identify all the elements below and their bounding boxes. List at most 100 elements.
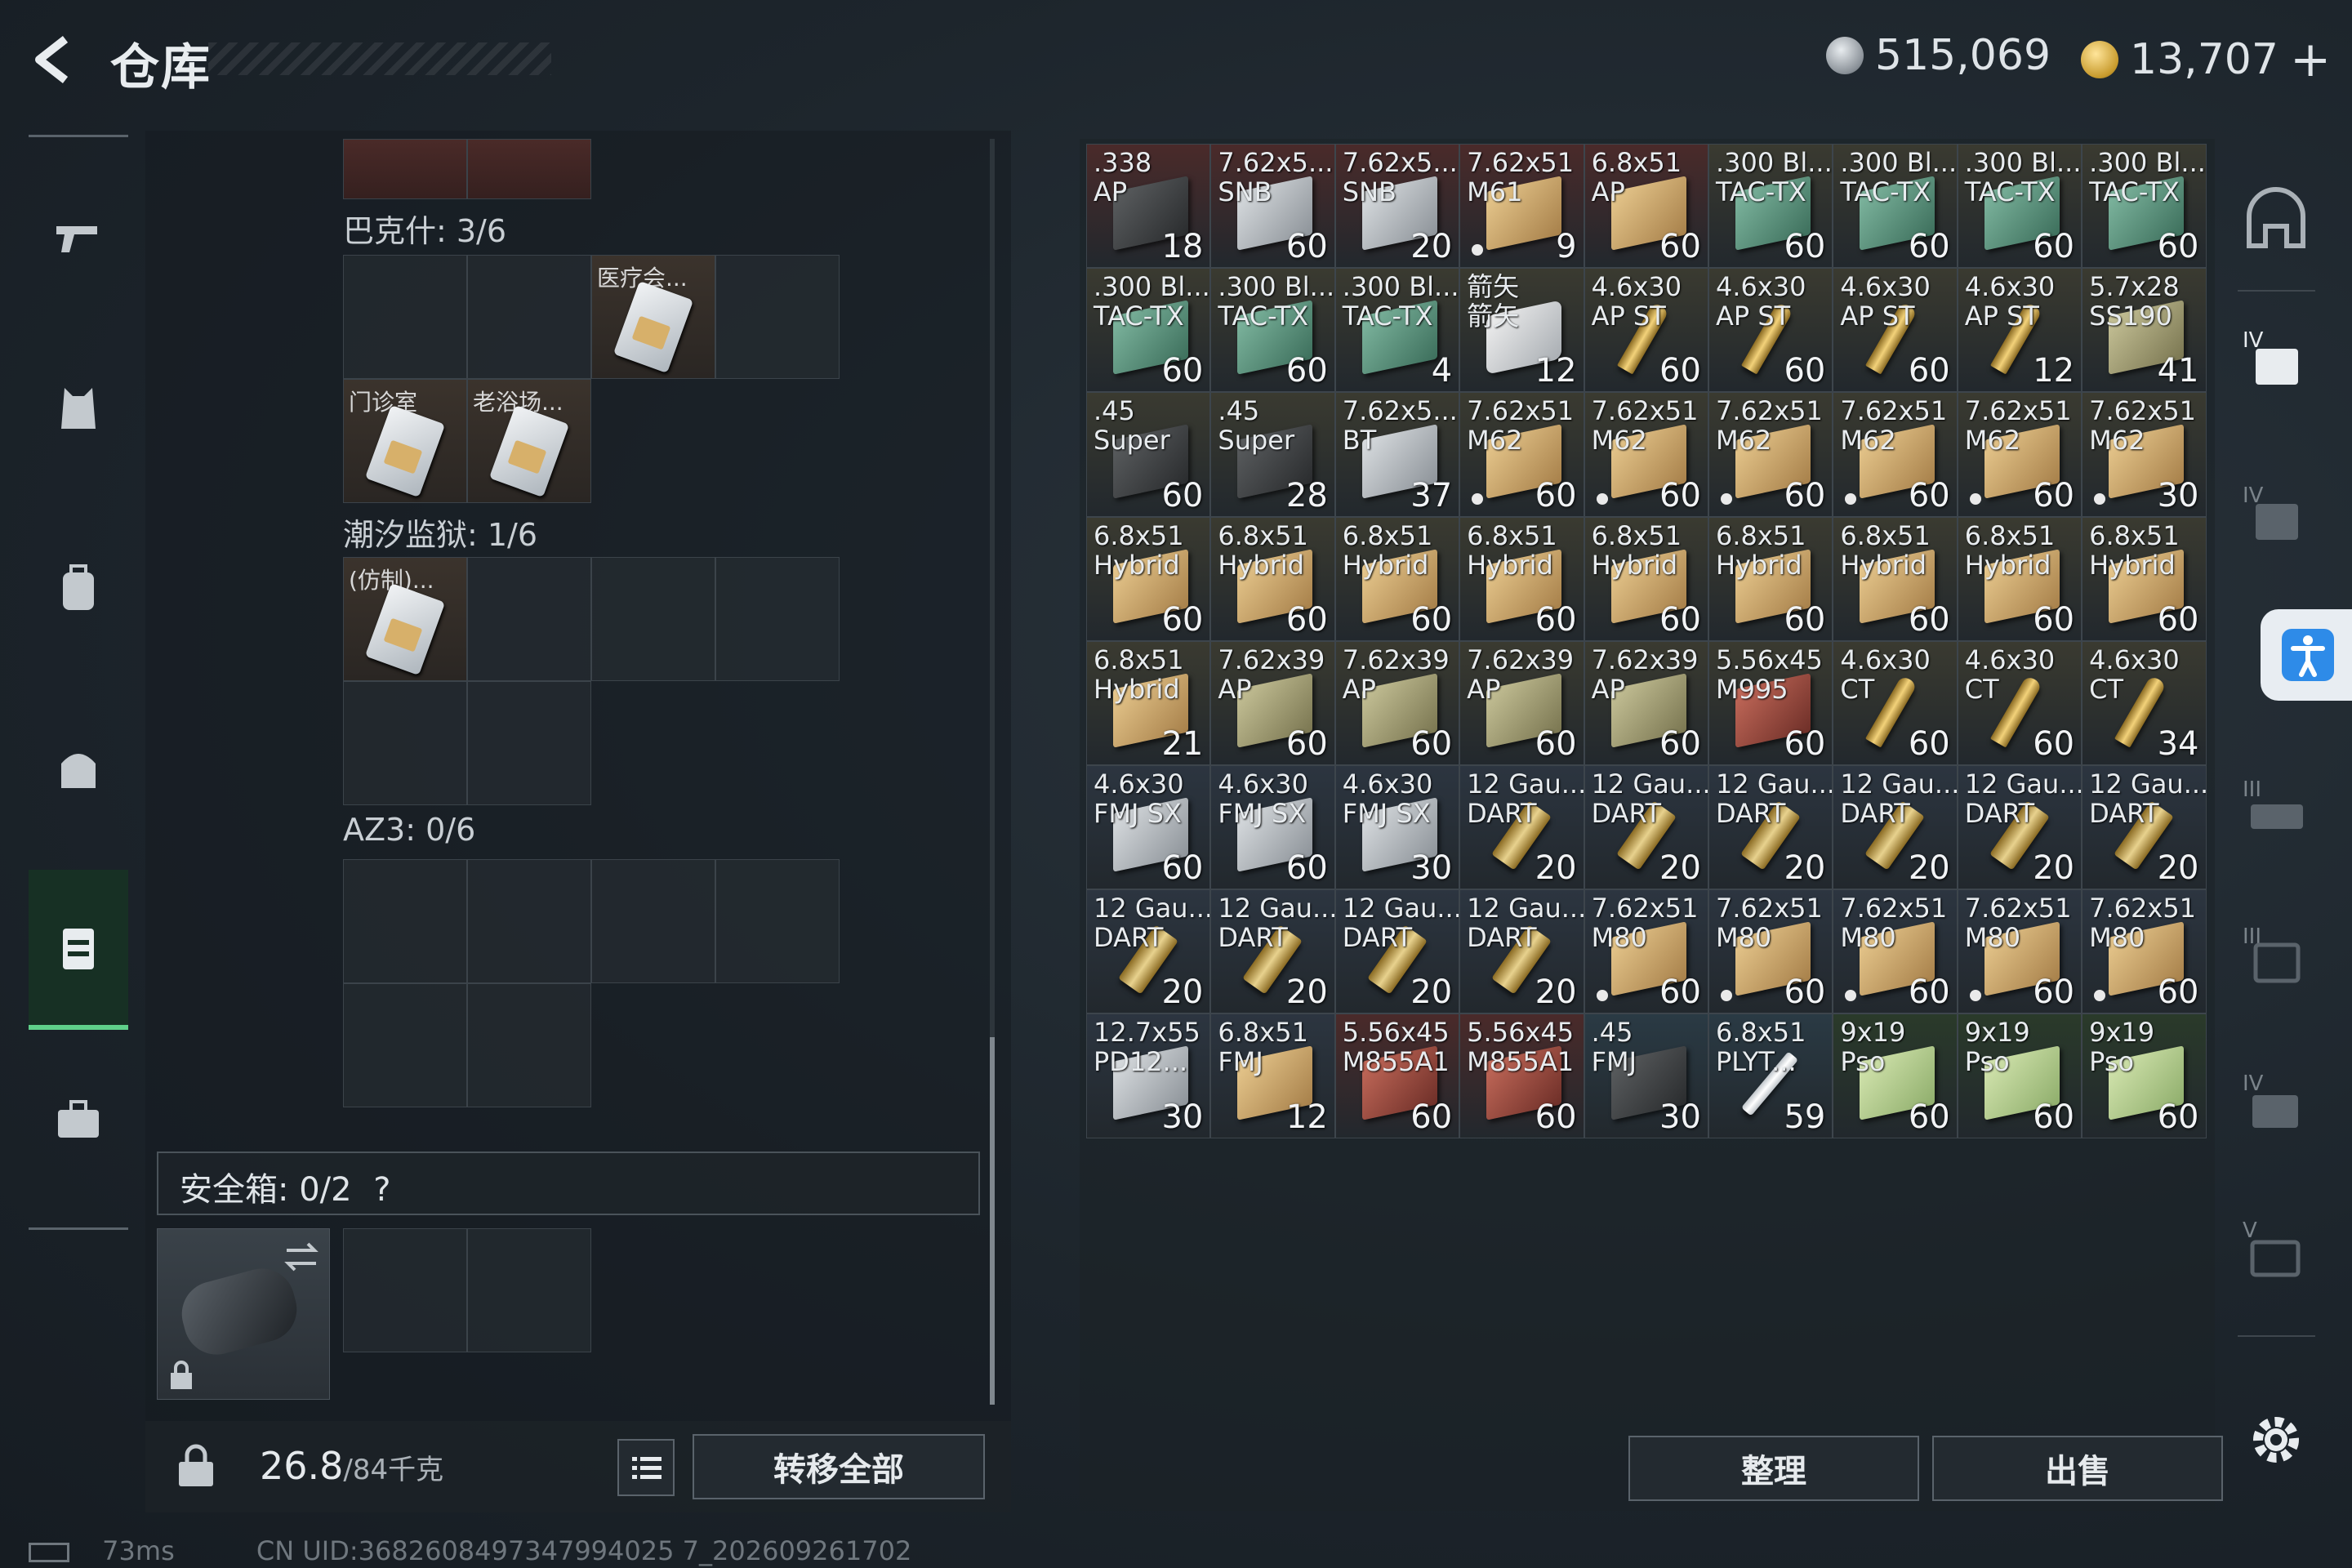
- keycard-slot[interactable]: [591, 557, 715, 681]
- home-icon[interactable]: [2239, 184, 2313, 257]
- ammo-item[interactable]: 7.62x51 M62 60: [1459, 392, 1584, 517]
- settings-gear-icon[interactable]: [2247, 1411, 2305, 1468]
- ammo-item[interactable]: 12 Gau... DART 20: [2082, 764, 2207, 890]
- stash-tab-iv-1-icon[interactable]: IV: [2239, 323, 2313, 396]
- keycard-slot[interactable]: [343, 859, 467, 983]
- ammo-item[interactable]: 7.62x5... SNB 20: [1334, 144, 1460, 269]
- ammo-item[interactable]: 7.62x51 M62 60: [1957, 392, 2082, 517]
- stash-tab-v-icon[interactable]: V: [2239, 1213, 2313, 1286]
- nav-case[interactable]: [29, 1041, 128, 1196]
- ammo-item[interactable]: .45 Super 28: [1210, 392, 1335, 517]
- ammo-item[interactable]: .300 Bl... TAC-TX 4: [1334, 268, 1460, 393]
- ammo-item[interactable]: 6.8x51 FMJ 12: [1210, 1013, 1335, 1138]
- stash-tab-iv-2-icon[interactable]: IV: [2239, 478, 2313, 551]
- ammo-item[interactable]: 12 Gau... DART 20: [1210, 889, 1335, 1014]
- keycard-slot[interactable]: 门诊室: [343, 379, 467, 503]
- sell-button[interactable]: 出售: [1932, 1436, 2223, 1501]
- ammo-item[interactable]: 7.62x5... SNB 60: [1210, 144, 1335, 269]
- keycard-slot[interactable]: [467, 859, 591, 983]
- keycard-slot[interactable]: (仿制)...: [343, 557, 467, 681]
- ammo-item[interactable]: 6.8x51 Hybrid 60: [1584, 516, 1708, 641]
- ammo-item[interactable]: 12.7x55 PD12... 30: [1086, 1013, 1211, 1138]
- ammo-item[interactable]: 7.62x51 M80 60: [1833, 889, 1958, 1014]
- ammo-item[interactable]: 4.6x30 AP ST 60: [1584, 268, 1708, 393]
- stash-tab-iv-3-icon[interactable]: IV: [2239, 1066, 2313, 1139]
- ammo-item[interactable]: 12 Gau... DART 20: [1957, 764, 2082, 890]
- ammo-item[interactable]: .300 Bl... TAC-TX 60: [2082, 144, 2207, 269]
- ammo-item[interactable]: 6.8x51 Hybrid 60: [1708, 516, 1833, 641]
- add-gold-button[interactable]: +: [2290, 31, 2331, 88]
- ammo-item[interactable]: 4.6x30 FMJ SX 60: [1210, 764, 1335, 890]
- swap-icon[interactable]: [283, 1239, 319, 1275]
- ammo-item[interactable]: 12 Gau... DART 20: [1833, 764, 1958, 890]
- ammo-item[interactable]: 6.8x51 Hybrid 60: [2082, 516, 2207, 641]
- ammo-item[interactable]: 5.56x45 M995 60: [1708, 640, 1833, 765]
- keycard-slot[interactable]: [343, 255, 467, 379]
- nav-armor[interactable]: [29, 331, 128, 486]
- ammo-item[interactable]: 4.6x30 CT 60: [1957, 640, 2082, 765]
- ammo-item[interactable]: 6.8x51 Hybrid 60: [1334, 516, 1460, 641]
- ammo-item[interactable]: .300 Bl... TAC-TX 60: [1708, 144, 1833, 269]
- ammo-item[interactable]: 7.62x39 AP 60: [1334, 640, 1460, 765]
- ammo-item[interactable]: 7.62x5... BT 37: [1334, 392, 1460, 517]
- keycard-slot[interactable]: [591, 859, 715, 983]
- nav-ammo[interactable]: [29, 870, 128, 1030]
- nav-weapons[interactable]: [29, 159, 128, 314]
- ammo-item[interactable]: 6.8x51 Hybrid 60: [1957, 516, 2082, 641]
- keycard-slot[interactable]: [467, 139, 591, 199]
- ammo-item[interactable]: 5.56x45 M855A1 60: [1459, 1013, 1584, 1138]
- keycard-slot[interactable]: [343, 983, 467, 1107]
- ammo-item[interactable]: .338 AP 18: [1086, 144, 1211, 269]
- ammo-item[interactable]: 7.62x39 AP 60: [1459, 640, 1584, 765]
- ammo-item[interactable]: 6.8x51 AP 60: [1584, 144, 1708, 269]
- list-view-button[interactable]: [617, 1439, 675, 1496]
- ammo-item[interactable]: 9x19 Pso 60: [2082, 1013, 2207, 1138]
- keycard-slot[interactable]: [467, 557, 591, 681]
- help-icon[interactable]: ?: [373, 1171, 390, 1209]
- ammo-item[interactable]: 4.6x30 FMJ SX 30: [1334, 764, 1460, 890]
- keycard-slot[interactable]: [715, 859, 840, 983]
- ammo-item[interactable]: 6.8x51 Hybrid 60: [1210, 516, 1335, 641]
- keycard-slot[interactable]: 医疗会...: [591, 255, 715, 379]
- ammo-item[interactable]: 箭矢 箭矢 12: [1459, 268, 1584, 393]
- ammo-item[interactable]: 5.7x28 SS190 41: [2082, 268, 2207, 393]
- ammo-item[interactable]: 12 Gau... DART 20: [1459, 889, 1584, 1014]
- ammo-item[interactable]: 9x19 Pso 60: [1833, 1013, 1958, 1138]
- nav-backpack[interactable]: [29, 510, 128, 666]
- keycard-slot[interactable]: [467, 255, 591, 379]
- ammo-item[interactable]: 7.62x39 AP 60: [1210, 640, 1335, 765]
- ammo-item[interactable]: 7.62x51 M80 60: [2082, 889, 2207, 1014]
- ammo-item[interactable]: 7.62x51 M62 30: [2082, 392, 2207, 517]
- ammo-item[interactable]: 7.62x51 M80 60: [1957, 889, 2082, 1014]
- ammo-item[interactable]: 4.6x30 AP ST 12: [1957, 268, 2082, 393]
- ammo-item[interactable]: 7.62x51 M62 60: [1833, 392, 1958, 517]
- ammo-item[interactable]: 7.62x51 M80 60: [1584, 889, 1708, 1014]
- keycard-slot[interactable]: [467, 983, 591, 1107]
- nav-bag[interactable]: [29, 690, 128, 845]
- ammo-item[interactable]: 12 Gau... DART 20: [1086, 889, 1211, 1014]
- ammo-item[interactable]: .300 Bl... TAC-TX 60: [1210, 268, 1335, 393]
- ammo-item[interactable]: 9x19 Pso 60: [1957, 1013, 2082, 1138]
- sort-button[interactable]: 整理: [1628, 1436, 1919, 1501]
- keycard-slot[interactable]: [715, 557, 840, 681]
- ammo-item[interactable]: 12 Gau... DART 20: [1334, 889, 1460, 1014]
- ammo-item[interactable]: 4.6x30 AP ST 60: [1708, 268, 1833, 393]
- ammo-item[interactable]: 6.8x51 Hybrid 21: [1086, 640, 1211, 765]
- keycard-slot[interactable]: [343, 139, 467, 199]
- ammo-item[interactable]: 4.6x30 CT 60: [1833, 640, 1958, 765]
- keycard-slot[interactable]: [467, 681, 591, 805]
- ammo-item[interactable]: .300 Bl... TAC-TX 60: [1833, 144, 1958, 269]
- ammo-item[interactable]: .300 Bl... TAC-TX 60: [1957, 144, 2082, 269]
- keycard-slot[interactable]: [715, 255, 840, 379]
- ammo-item[interactable]: 12 Gau... DART 20: [1708, 764, 1833, 890]
- ammo-item[interactable]: .45 Super 60: [1086, 392, 1211, 517]
- ammo-item[interactable]: 6.8x51 Hybrid 60: [1833, 516, 1958, 641]
- ammo-item[interactable]: 6.8x51 PLYT... 59: [1708, 1013, 1833, 1138]
- keycard-slot[interactable]: [343, 681, 467, 805]
- ammo-item[interactable]: 4.6x30 FMJ SX 60: [1086, 764, 1211, 890]
- ammo-item[interactable]: 4.6x30 AP ST 60: [1833, 268, 1958, 393]
- ammo-item[interactable]: 6.8x51 Hybrid 60: [1086, 516, 1211, 641]
- ammo-item[interactable]: 6.8x51 Hybrid 60: [1459, 516, 1584, 641]
- transfer-all-button[interactable]: 转移全部: [693, 1434, 985, 1499]
- ammo-item[interactable]: 7.62x51 M80 60: [1708, 889, 1833, 1014]
